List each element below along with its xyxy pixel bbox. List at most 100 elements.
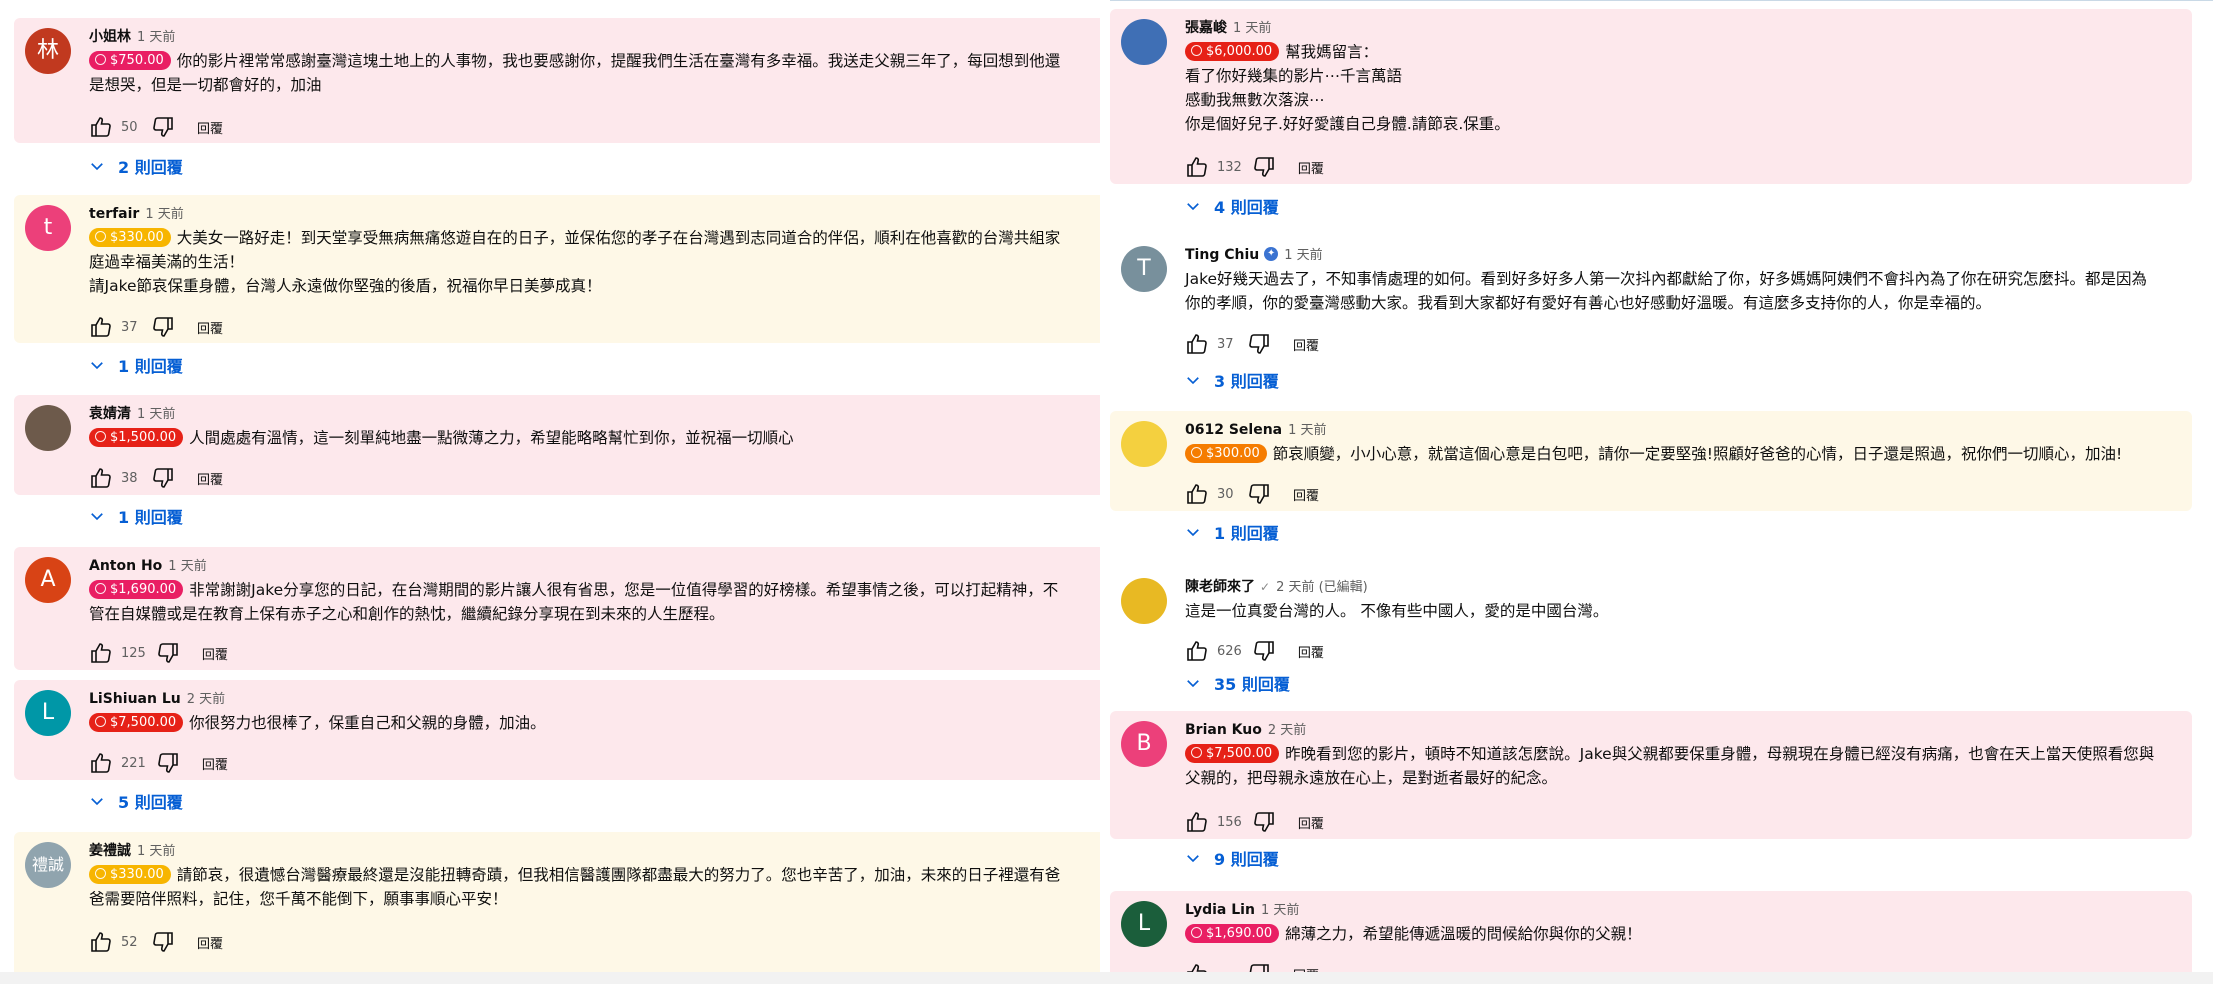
- dislike-button[interactable]: [1247, 482, 1271, 506]
- like-button[interactable]: 132: [1185, 155, 1242, 179]
- like-button[interactable]: 37: [1185, 332, 1237, 356]
- avatar[interactable]: A: [25, 557, 71, 603]
- avatar[interactable]: 林: [25, 28, 71, 74]
- dislike-button[interactable]: [151, 315, 175, 339]
- like-button[interactable]: 37: [89, 315, 141, 339]
- comment-header: terfair 1 天前: [89, 203, 1096, 223]
- like-button[interactable]: 52: [89, 930, 141, 954]
- author-name[interactable]: 張嘉峻: [1185, 17, 1227, 37]
- comment-card: L Lydia Lin 1 天前 $1,690.00 綿薄之力，希望能傳遞溫暖的問候給你…: [1110, 891, 2192, 984]
- comment-content: 陳老師來了 ✓ 2 天前 (已編輯) 這是一位真愛台灣的人。 不像有些中國人，愛的是中…: [1185, 576, 2182, 623]
- comment-actions: 125 回覆: [89, 638, 228, 668]
- comment-time[interactable]: 1 天前: [145, 203, 183, 222]
- view-replies-toggle[interactable]: 1 則回覆: [1184, 520, 1279, 544]
- coin-icon: [95, 583, 106, 594]
- view-replies-toggle[interactable]: 5 則回覆: [88, 789, 183, 813]
- dislike-button[interactable]: [1252, 155, 1276, 179]
- thumbs-up-icon: [89, 466, 113, 490]
- like-button[interactable]: 125: [89, 641, 146, 665]
- like-count: 38: [121, 470, 138, 486]
- comment-header: Anton Ho 1 天前: [89, 555, 1096, 575]
- reply-button[interactable]: 回覆: [197, 118, 223, 137]
- comment-time[interactable]: 1 天前: [1284, 244, 1322, 263]
- dislike-button[interactable]: [1252, 639, 1276, 663]
- avatar[interactable]: T: [1121, 246, 1167, 292]
- comment-time[interactable]: 1 天前: [1233, 17, 1271, 36]
- dislike-button[interactable]: [1247, 332, 1271, 356]
- thumbs-down-icon: [151, 115, 175, 139]
- comment-body: 昨晚看到您的影片，頓時不知道該怎麼說。Jake與父親都要保重身體，母親現在身體已…: [1185, 745, 2155, 787]
- author-name[interactable]: Lydia Lin: [1185, 902, 1255, 918]
- like-button[interactable]: 156: [1185, 810, 1242, 834]
- avatar[interactable]: [25, 405, 71, 451]
- author-name[interactable]: Ting Chiu: [1185, 247, 1259, 263]
- author-name[interactable]: 0612 Selena: [1185, 422, 1282, 438]
- like-button[interactable]: 626: [1185, 639, 1242, 663]
- author-name[interactable]: 袁婧清: [89, 403, 131, 423]
- reply-button[interactable]: 回覆: [1298, 642, 1324, 661]
- thumbs-up-icon: [1185, 332, 1209, 356]
- comment-time[interactable]: 1 天前: [137, 840, 175, 859]
- reply-button[interactable]: 回覆: [197, 933, 223, 952]
- avatar-initial: 林: [36, 38, 59, 63]
- author-name[interactable]: Anton Ho: [89, 558, 162, 574]
- chevron-down-icon: [88, 356, 118, 374]
- comment-time[interactable]: 1 天前: [1261, 899, 1299, 918]
- dislike-button[interactable]: [151, 930, 175, 954]
- comment-time[interactable]: 1 天前: [168, 555, 206, 574]
- reply-button[interactable]: 回覆: [1298, 158, 1324, 177]
- comment-time[interactable]: 2 天前: [187, 688, 225, 707]
- comment-actions: 50 回覆: [89, 112, 223, 142]
- avatar[interactable]: L: [25, 690, 71, 736]
- reply-button[interactable]: 回覆: [1293, 485, 1319, 504]
- like-button[interactable]: 30: [1185, 482, 1237, 506]
- author-name[interactable]: 姜禮誠: [89, 840, 131, 860]
- dislike-button[interactable]: [151, 466, 175, 490]
- avatar[interactable]: [1121, 421, 1167, 467]
- dislike-button[interactable]: [156, 751, 180, 775]
- comment-time[interactable]: 1 天前: [137, 26, 175, 45]
- reply-button[interactable]: 回覆: [202, 644, 228, 663]
- reply-button[interactable]: 回覆: [197, 469, 223, 488]
- view-replies-toggle[interactable]: 35 則回覆: [1184, 671, 1290, 695]
- comment-time[interactable]: 2 天前: [1268, 719, 1306, 738]
- reply-button[interactable]: 回覆: [197, 318, 223, 337]
- reply-button[interactable]: 回覆: [202, 754, 228, 773]
- verified-badge-icon: ✦: [1264, 247, 1279, 261]
- view-replies-toggle[interactable]: 3 則回覆: [1184, 368, 1279, 392]
- avatar[interactable]: t: [25, 205, 71, 251]
- like-button[interactable]: 221: [89, 751, 146, 775]
- avatar[interactable]: [1121, 19, 1167, 65]
- replies-count: 1 則回覆: [118, 357, 183, 376]
- dislike-button[interactable]: [1252, 810, 1276, 834]
- avatar-initial: A: [40, 567, 56, 592]
- like-button[interactable]: 50: [89, 115, 141, 139]
- dislike-button[interactable]: [151, 115, 175, 139]
- comment-text: $750.00 你的影片裡常常感謝臺灣這塊土地上的人事物，我也要感謝你，提醒我們生…: [89, 49, 1096, 97]
- view-replies-toggle[interactable]: 2 則回覆: [88, 154, 183, 178]
- comment-time[interactable]: 2 天前 (已編輯): [1276, 576, 1368, 595]
- avatar[interactable]: [1121, 578, 1167, 624]
- like-count: 221: [121, 755, 146, 771]
- reply-button[interactable]: 回覆: [1298, 813, 1324, 832]
- like-button[interactable]: 38: [89, 466, 141, 490]
- view-replies-toggle[interactable]: 4 則回覆: [1184, 194, 1279, 218]
- author-name[interactable]: Brian Kuo: [1185, 722, 1262, 738]
- author-name[interactable]: 陳老師來了: [1185, 576, 1255, 596]
- dislike-button[interactable]: [156, 641, 180, 665]
- avatar[interactable]: 禮誠: [25, 842, 71, 888]
- coin-icon: [1191, 927, 1202, 938]
- comment-time[interactable]: 1 天前: [1288, 419, 1326, 438]
- like-count: 30: [1217, 486, 1234, 502]
- author-name[interactable]: LiShiuan Lu: [89, 691, 181, 707]
- avatar[interactable]: L: [1121, 901, 1167, 947]
- comment-time[interactable]: 1 天前: [137, 403, 175, 422]
- reply-button[interactable]: 回覆: [1293, 335, 1319, 354]
- author-name[interactable]: terfair: [89, 206, 139, 222]
- thumbs-up-icon: [1185, 810, 1209, 834]
- view-replies-toggle[interactable]: 1 則回覆: [88, 353, 183, 377]
- view-replies-toggle[interactable]: 9 則回覆: [1184, 846, 1279, 870]
- view-replies-toggle[interactable]: 1 則回覆: [88, 504, 183, 528]
- author-name[interactable]: 小姐林: [89, 26, 131, 46]
- avatar[interactable]: B: [1121, 721, 1167, 767]
